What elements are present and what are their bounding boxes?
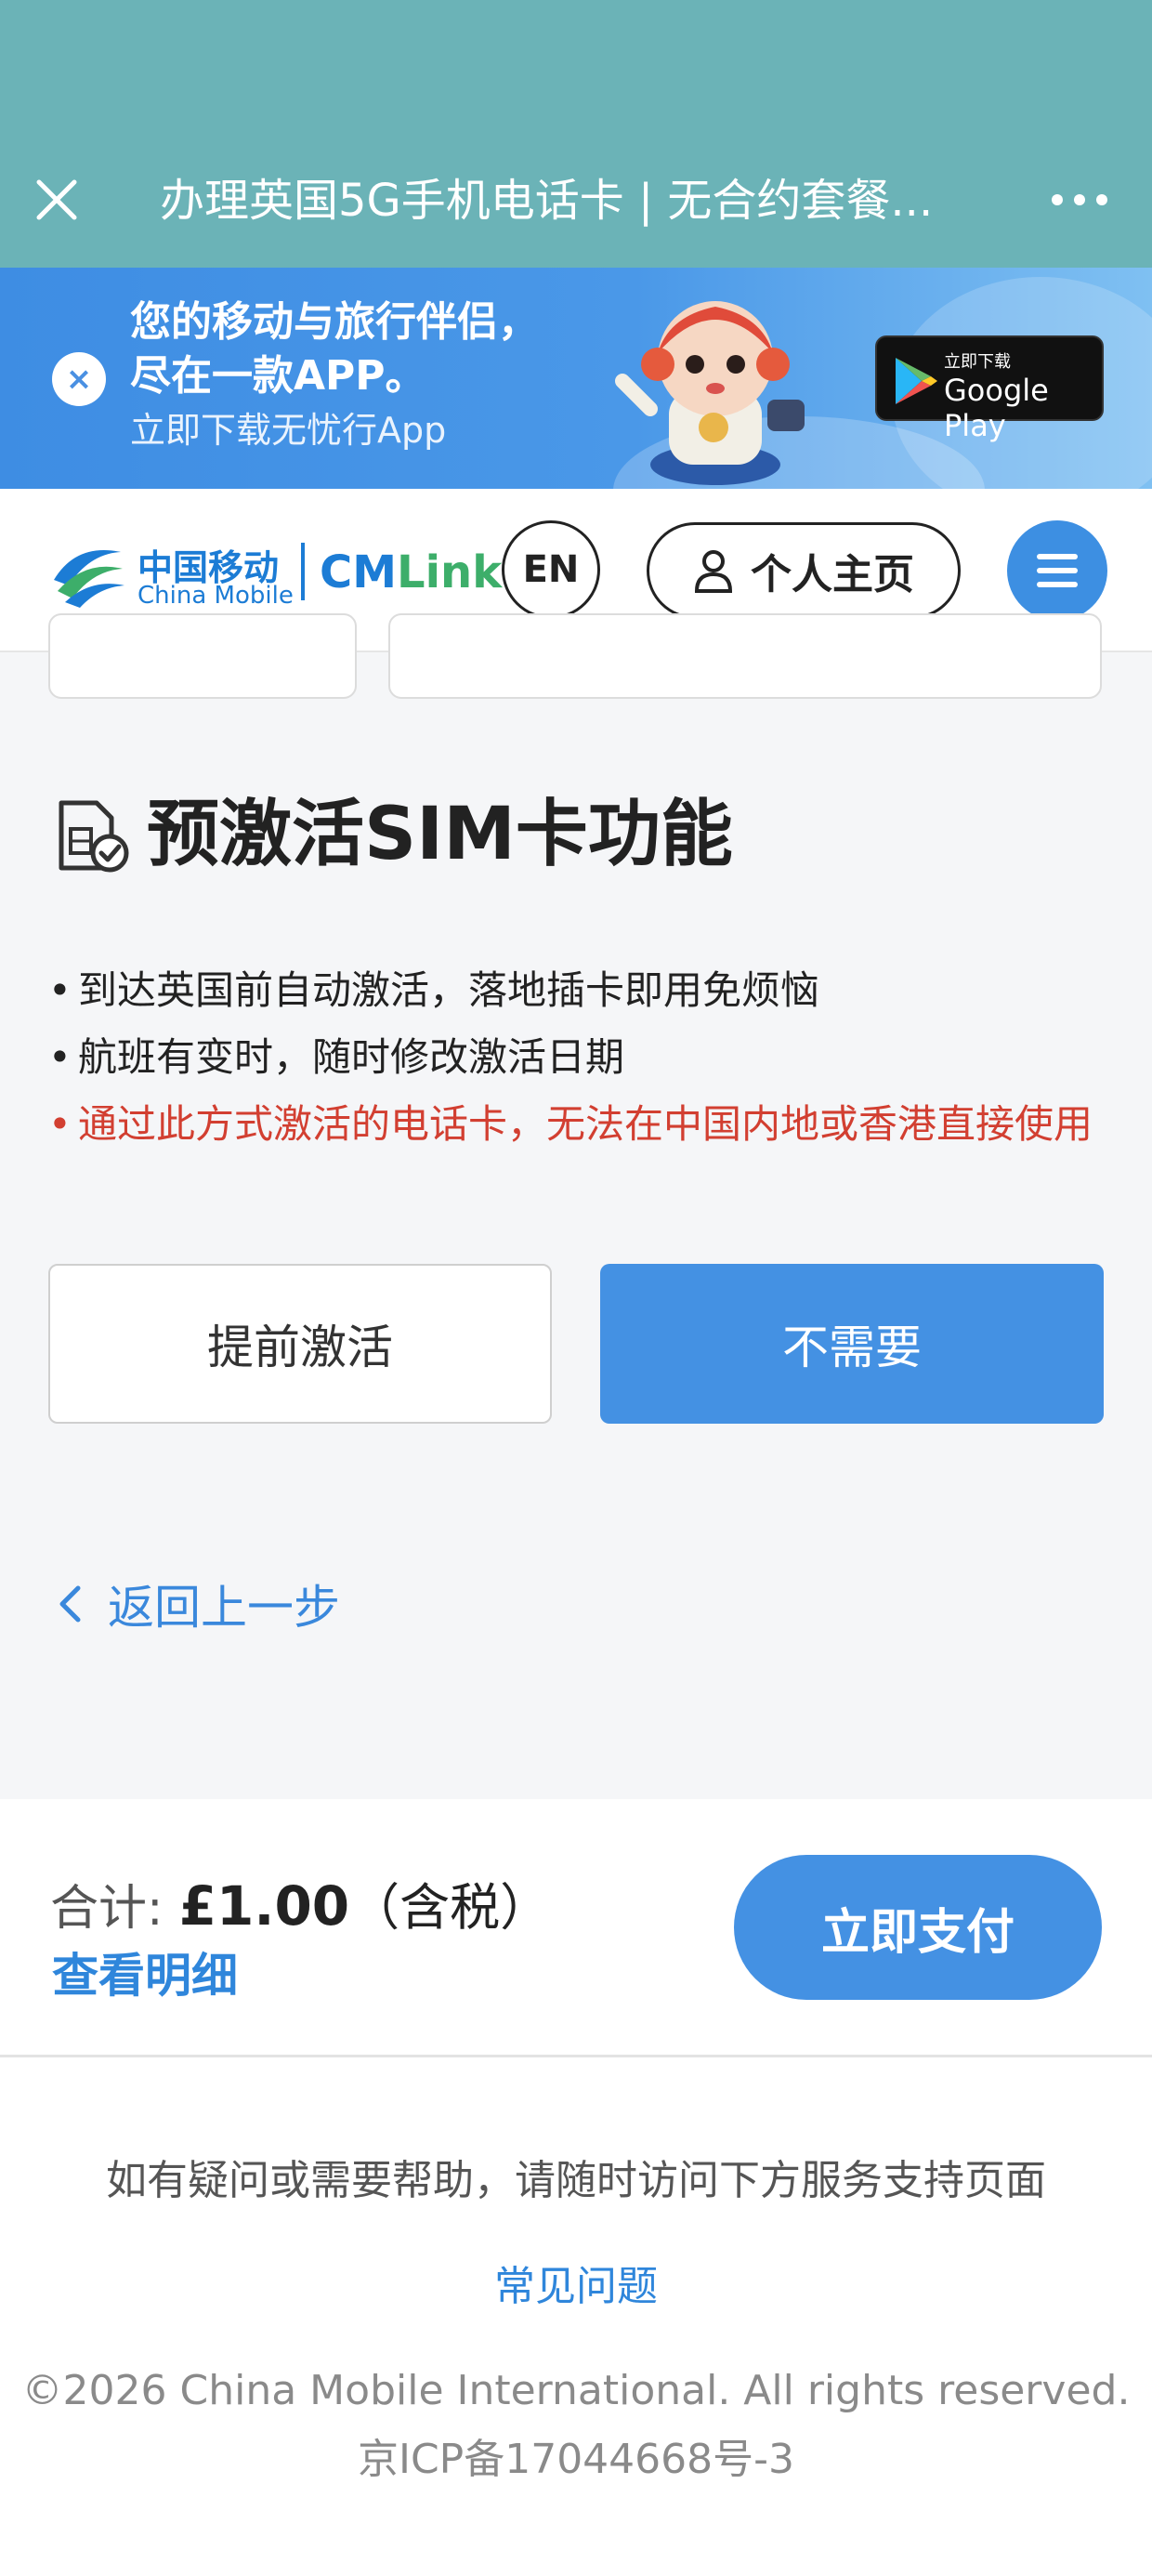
- bullet-dot: •: [48, 1034, 72, 1080]
- back-link-label: 返回上一步: [108, 1581, 340, 1635]
- total-amount: £1.00: [178, 1874, 350, 1938]
- close-icon[interactable]: [33, 177, 80, 223]
- list-item: • 航班有变时，随时修改激活日期: [48, 1024, 1107, 1091]
- store-name-label: Google Play: [944, 373, 1049, 443]
- sim-card-check-icon: [59, 800, 129, 873]
- total-label: 合计:: [50, 1881, 164, 1937]
- browser-title-bar: 办理英国5G手机电话卡 | 无合约套餐...: [0, 0, 1152, 268]
- list-item-text: 航班有变时，随时修改激活日期: [78, 1034, 625, 1080]
- app-download-banner[interactable]: × 您的移动与旅行伴侣， 尽在一款APP。 立即下载无忧行App 立即下载 Go…: [0, 268, 1152, 489]
- view-details-link[interactable]: 查看明细: [52, 1939, 238, 2005]
- more-options-icon[interactable]: [1052, 186, 1107, 214]
- site-footer: 如有疑问或需要帮助，请随时访问下方服务支持页面 常见问题 ©2026 China…: [0, 2057, 1152, 2576]
- profile-button[interactable]: 个人主页: [647, 522, 961, 619]
- cmlink-wordmark-a: CM: [320, 546, 397, 598]
- banner-headline-line2: 尽在一款APP。: [130, 352, 426, 400]
- logo-en-text: China Mobile: [137, 582, 294, 610]
- feature-list: • 到达英国前自动激活，落地插卡即用免烦恼 • 航班有变时，随时修改激活日期 •…: [48, 957, 1107, 1158]
- list-item: • 到达英国前自动激活，落地插卡即用免烦恼: [48, 957, 1107, 1024]
- icp-text: 京ICP备17044668号-3: [357, 2436, 795, 2483]
- no-need-button[interactable]: 不需要: [600, 1264, 1104, 1424]
- logo-divider: [301, 543, 305, 600]
- cmlink-wordmark-b: Link: [397, 546, 503, 598]
- language-switch-button[interactable]: EN: [502, 520, 600, 619]
- tax-note: （含税）: [349, 1878, 551, 1937]
- total-price: 合计: £1.00（含税）: [50, 1866, 550, 1939]
- option-card[interactable]: [388, 613, 1102, 699]
- store-small-label: 立即下载: [944, 352, 1011, 372]
- google-play-icon: [896, 358, 937, 404]
- cmlink-logo[interactable]: 中国移动 China Mobile CMLink: [48, 530, 502, 613]
- back-link[interactable]: 返回上一步: [58, 1571, 340, 1637]
- copyright-block: ©2026 China Mobile International. All ri…: [0, 2357, 1152, 2494]
- chevron-left-icon: [59, 1585, 81, 1623]
- warning-item: • 通过此方式激活的电话卡，无法在中国内地或香港直接使用: [48, 1091, 1107, 1158]
- bullet-dot: •: [48, 967, 72, 1013]
- google-play-button[interactable]: 立即下载 Google Play: [875, 335, 1104, 443]
- bullet-dot: •: [48, 1101, 72, 1147]
- hamburger-menu-icon[interactable]: [1007, 520, 1107, 621]
- help-text: 如有疑问或需要帮助，请随时访问下方服务支持页面: [106, 2157, 1046, 2204]
- faq-link[interactable]: 常见问题: [0, 2253, 1152, 2312]
- section-title: 预激活SIM卡功能: [147, 793, 733, 876]
- pay-now-button[interactable]: 立即支付: [734, 1855, 1102, 2000]
- china-mobile-logo-icon: [54, 550, 124, 608]
- banner-close-icon[interactable]: ×: [52, 352, 106, 406]
- user-icon: [694, 550, 733, 593]
- banner-headline-line1: 您的移动与旅行伴侣，: [130, 298, 539, 346]
- activate-early-button[interactable]: 提前激活: [48, 1264, 552, 1424]
- page-title: 办理英国5G手机电话卡 | 无合约套餐...: [160, 175, 934, 227]
- warning-text: 通过此方式激活的电话卡，无法在中国内地或香港直接使用: [78, 1101, 1093, 1147]
- banner-subline: 立即下载无忧行App: [130, 410, 447, 451]
- option-card[interactable]: [48, 613, 357, 699]
- profile-button-label: 个人主页: [751, 551, 914, 598]
- list-item-text: 到达英国前自动激活，落地插卡即用免烦恼: [78, 967, 820, 1013]
- copyright-text: ©2026 China Mobile International. All ri…: [21, 2367, 1131, 2414]
- checkout-bar: 合计: £1.00（含税） 查看明细 立即支付: [0, 1799, 1152, 2057]
- mascot-illustration-icon: [615, 301, 805, 485]
- cmlink-wordmark: CMLink: [320, 546, 502, 598]
